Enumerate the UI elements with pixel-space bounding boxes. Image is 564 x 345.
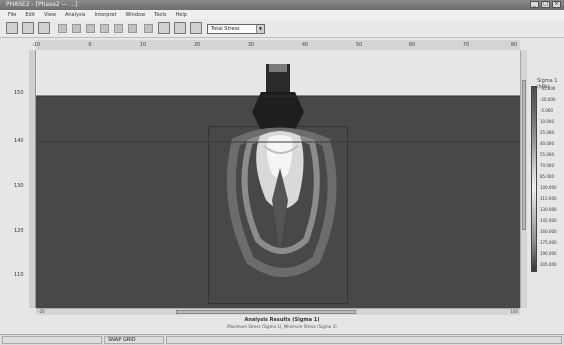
undo-icon[interactable] — [114, 24, 123, 33]
pencil-icon[interactable] — [190, 22, 202, 34]
caption-subtitle: Maximum Stress (Sigma 1), Minimum Stress… — [227, 324, 337, 329]
status-left — [2, 336, 102, 344]
print-icon[interactable] — [100, 24, 109, 33]
legend-value: 40.000 — [540, 141, 554, 146]
x-axis-ruler: -10 0 10 20 30 40 50 60 70 80 — [32, 40, 520, 50]
legend-value: 100.000 — [540, 185, 557, 190]
menu-window[interactable]: Window — [125, 12, 145, 18]
menu-view[interactable]: View — [44, 12, 56, 18]
legend-value: 190.000 — [540, 251, 557, 256]
paste-icon[interactable] — [86, 24, 95, 33]
window-title: PHASE2 - [Phase2 — ...] — [6, 1, 78, 8]
legend-value: 85.000 — [540, 174, 554, 179]
stress-core-dark — [252, 92, 304, 132]
legend-value: 205.000 — [540, 262, 557, 267]
x-tick: 60 — [408, 42, 416, 48]
legend-value: -20.000 — [540, 97, 556, 102]
title-bar: PHASE2 - [Phase2 — ...] _ □ × — [0, 0, 564, 10]
status-snap-grid[interactable]: SNAP GRID — [104, 336, 164, 344]
x-tick: 40 — [301, 42, 309, 48]
legend-value: 10.000 — [540, 119, 554, 124]
legend-color-bar — [531, 86, 537, 272]
save-icon[interactable] — [38, 22, 50, 34]
vertical-scrollbar[interactable] — [520, 50, 527, 308]
menu-help[interactable]: Help — [176, 12, 187, 18]
legend-value: 25.000 — [540, 130, 554, 135]
legend-value: 130.000 — [540, 207, 557, 212]
y-tick: 110 — [14, 272, 24, 278]
plot-caption: Analysis Results (Sigma 1) Maximum Stres… — [0, 317, 564, 329]
menu-analysis[interactable]: Analysis — [65, 12, 86, 18]
minimize-button[interactable]: _ — [530, 1, 539, 8]
x-tick: -10 — [31, 42, 41, 48]
x-tick: 80 — [510, 42, 518, 48]
legend-value: 55.000 — [540, 152, 554, 157]
legend-value: 115.000 — [540, 196, 557, 201]
window-controls: _ □ × — [530, 1, 561, 8]
menu-interpret[interactable]: Interpret — [95, 12, 117, 18]
x-tick: 50 — [355, 42, 363, 48]
x-tick: 70 — [462, 42, 470, 48]
stress-contour-plot — [36, 64, 520, 277]
result-type-select[interactable]: Total Stress ▼ — [207, 24, 265, 34]
legend-value: 160.000 — [540, 229, 557, 234]
copy-icon[interactable] — [72, 24, 81, 33]
chevron-down-icon[interactable]: ▼ — [256, 25, 264, 33]
new-icon[interactable] — [6, 22, 18, 34]
x-tick: 0 — [88, 42, 92, 48]
legend-value: -5.000 — [540, 108, 553, 113]
legend-value: 175.000 — [540, 240, 557, 245]
legend-value: 70.000 — [540, 163, 554, 168]
y-tick: 120 — [14, 228, 24, 234]
legend-value: -35.000 — [540, 86, 556, 91]
close-button[interactable]: × — [552, 1, 561, 8]
menu-bar: File Edit View Analysis Interpret Window… — [0, 10, 564, 19]
maximize-button[interactable]: □ — [541, 1, 550, 8]
x-tick: 30 — [247, 42, 255, 48]
result-type-value: Total Stress — [211, 26, 240, 32]
scroll-left-label: -20 — [38, 309, 45, 314]
horizontal-scroll-thumb[interactable] — [176, 310, 356, 314]
model-view[interactable] — [36, 50, 520, 308]
x-tick: 10 — [139, 42, 147, 48]
y-tick: 140 — [14, 138, 24, 144]
status-right — [166, 336, 562, 344]
menu-tools[interactable]: Tools — [154, 12, 166, 18]
x-tick: 20 — [193, 42, 201, 48]
vertical-ruler — [29, 50, 36, 308]
menu-edit[interactable]: Edit — [25, 12, 35, 18]
footing-cap — [269, 64, 287, 72]
status-bar: SNAP GRID — [0, 334, 564, 345]
menu-file[interactable]: File — [8, 12, 16, 18]
caption-title: Analysis Results (Sigma 1) — [244, 317, 320, 323]
zoom-icon[interactable] — [144, 24, 153, 33]
open-icon[interactable] — [22, 22, 34, 34]
select-icon[interactable] — [174, 22, 186, 34]
y-tick: 150 — [14, 90, 24, 96]
horizontal-scrollbar[interactable]: -20 100 — [36, 308, 520, 315]
toolbar: Total Stress ▼ — [0, 19, 564, 38]
contour-legend: Sigma 1 (kPa) -35.000 -20.000 -5.000 10.… — [529, 78, 563, 276]
redo-icon[interactable] — [128, 24, 137, 33]
legend-value: 145.000 — [540, 218, 557, 223]
scroll-right-label: 100 — [510, 309, 518, 314]
cut-icon[interactable] — [58, 24, 67, 33]
y-tick: 130 — [14, 183, 24, 189]
pan-icon[interactable] — [158, 22, 170, 34]
vertical-scroll-thumb[interactable] — [522, 80, 526, 230]
